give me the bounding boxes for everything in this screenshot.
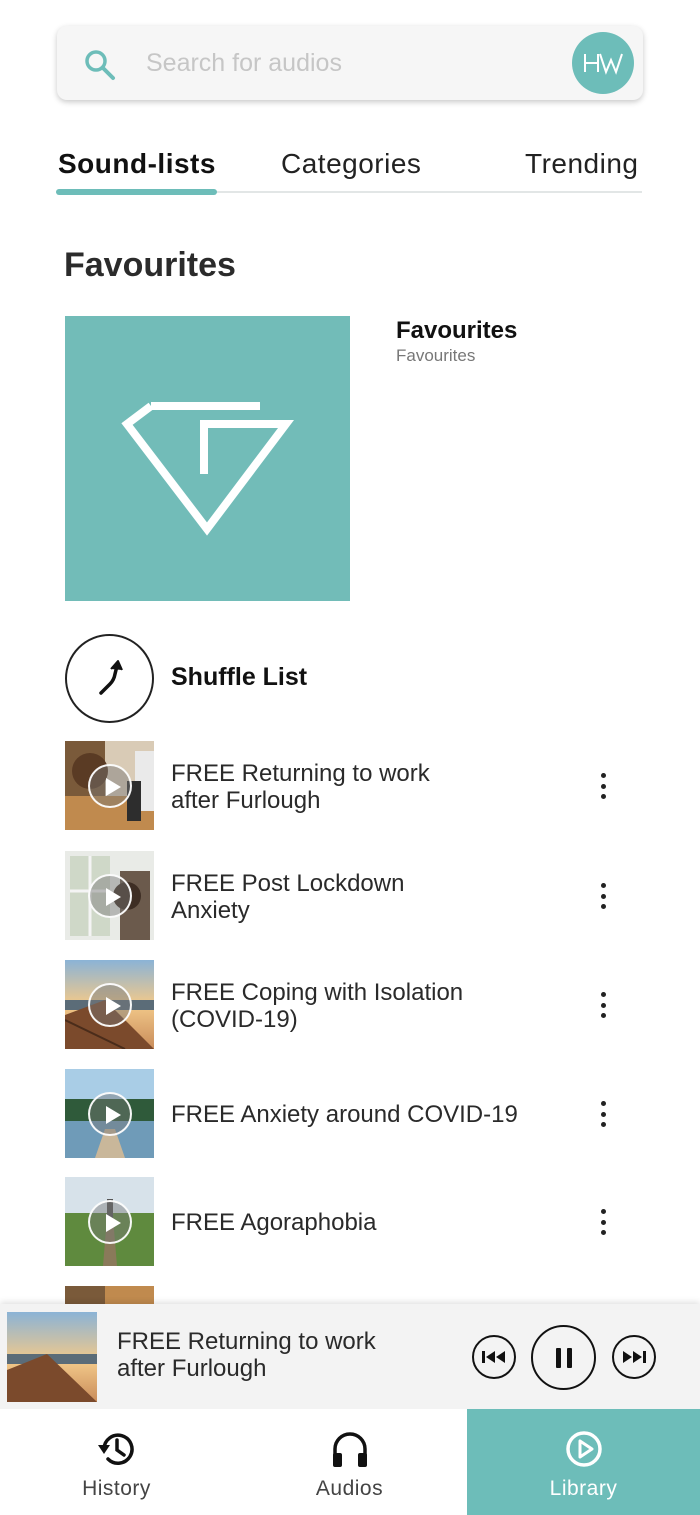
track-item[interactable]: FREE Coping with Isolation (COVID-19) — [65, 960, 625, 1050]
track-title: FREE Returning to work after Furlough — [171, 760, 430, 814]
more-options-icon[interactable] — [593, 1209, 613, 1235]
more-options-icon[interactable] — [593, 773, 613, 799]
track-thumbnail-partial — [65, 1286, 154, 1306]
app-logo[interactable] — [572, 32, 634, 94]
track-title: FREE Coping with Isolation (COVID-19) — [171, 979, 464, 1033]
play-circle-icon — [565, 1431, 602, 1467]
shuffle-icon — [99, 660, 123, 695]
play-icon[interactable] — [88, 1200, 132, 1244]
nav-label: Audios — [315, 1477, 384, 1500]
now-playing-title: FREE Returning to work after Furlough — [117, 1328, 376, 1382]
play-icon[interactable] — [88, 874, 132, 918]
skip-previous-icon — [482, 1351, 505, 1363]
play-icon[interactable] — [88, 1092, 132, 1136]
section-title: Favourites — [64, 246, 236, 284]
nav-history[interactable]: History — [0, 1409, 233, 1515]
track-title: FREE Anxiety around COVID-19 — [171, 1101, 518, 1128]
more-options-icon[interactable] — [593, 1101, 613, 1127]
now-playing-bar[interactable]: FREE Returning to work after Furlough — [0, 1304, 700, 1409]
nav-label: History — [82, 1477, 151, 1500]
nav-audios[interactable]: Audios — [233, 1409, 466, 1515]
nav-library[interactable]: Library — [467, 1409, 700, 1515]
tab-active-indicator — [56, 189, 217, 195]
pause-button[interactable] — [531, 1325, 596, 1390]
playlist-subtitle: Favourites — [396, 346, 476, 365]
track-item[interactable]: FREE Anxiety around COVID-19 — [65, 1069, 625, 1159]
tab-sound-lists[interactable]: Sound-lists — [58, 148, 216, 180]
search-icon — [85, 50, 115, 80]
track-title: FREE Post Lockdown Anxiety — [171, 870, 405, 924]
skip-next-icon — [623, 1351, 646, 1363]
more-options-icon[interactable] — [593, 992, 613, 1018]
now-playing-thumbnail[interactable] — [7, 1312, 97, 1402]
play-icon[interactable] — [88, 983, 132, 1027]
headphones-icon — [332, 1432, 367, 1467]
tab-categories[interactable]: Categories — [281, 148, 421, 180]
diamond-logo-icon — [121, 402, 295, 536]
pause-icon — [555, 1347, 572, 1368]
bottom-nav: History Audios Library — [0, 1409, 700, 1515]
more-options-icon[interactable] — [593, 883, 613, 909]
history-icon — [97, 1433, 134, 1465]
track-thumbnail[interactable] — [65, 960, 154, 1049]
track-thumbnail[interactable] — [65, 1177, 154, 1266]
playlist-cover[interactable] — [65, 316, 350, 601]
next-button[interactable] — [612, 1335, 656, 1379]
track-thumbnail[interactable] — [65, 1069, 154, 1158]
playlist-title: Favourites — [396, 317, 518, 344]
track-title: FREE Agoraphobia — [171, 1209, 377, 1236]
hw-logo-icon — [584, 53, 623, 75]
shuffle-label[interactable]: Shuffle List — [171, 663, 307, 692]
nav-label: Library — [549, 1477, 618, 1500]
track-item[interactable]: FREE Post Lockdown Anxiety — [65, 851, 625, 941]
track-thumbnail[interactable] — [65, 741, 154, 830]
previous-button[interactable] — [472, 1335, 516, 1379]
play-icon[interactable] — [88, 764, 132, 808]
track-item[interactable]: FREE Returning to work after Furlough — [65, 741, 625, 831]
search-input[interactable] — [146, 42, 546, 84]
track-thumbnail[interactable] — [65, 851, 154, 940]
tab-bar: Sound-lists Categories Trending — [56, 140, 642, 196]
tab-trending[interactable]: Trending — [525, 148, 638, 180]
shuffle-button[interactable] — [65, 634, 154, 723]
pier-sunset-image — [7, 1312, 97, 1402]
track-item[interactable]: FREE Agoraphobia — [65, 1177, 625, 1267]
